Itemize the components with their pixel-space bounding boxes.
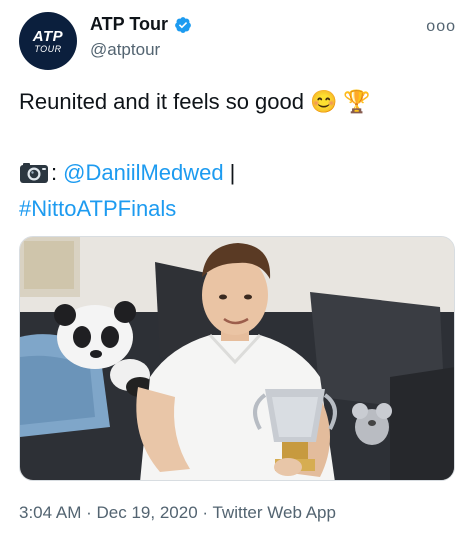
camera-icon [20, 163, 48, 183]
avatar-logo-text: ATP [32, 27, 64, 45]
tweet-meta: 3:04 AM · Dec 19, 2020 · Twitter Web App [19, 503, 336, 523]
tweet-source[interactable]: Twitter Web App [212, 503, 335, 522]
meta-dot: · [86, 503, 92, 522]
verified-badge-icon [175, 16, 191, 33]
hashtag-line: #NittoATPFinals [19, 196, 176, 222]
author-display-name[interactable]: ATP Tour [90, 14, 168, 35]
tweet-time[interactable]: 3:04 AM [19, 503, 81, 522]
mention-link[interactable]: @DaniilMedwed [63, 160, 224, 186]
hashtag-link[interactable]: #NittoATPFinals [19, 196, 176, 221]
author-name-row: ATP Tour [90, 14, 192, 35]
trophy-icon: 🏆 [343, 89, 371, 114]
smiling-face-icon: 😊 [309, 89, 338, 114]
photo-credit-line: : @DaniilMedwed | [19, 160, 235, 186]
avatar-logo-subtext: TOUR [34, 43, 62, 54]
tweet-photo[interactable] [19, 236, 455, 481]
more-options-icon[interactable]: ooo [426, 18, 456, 36]
pipe-separator: | [229, 160, 236, 185]
avatar[interactable]: ATP TOUR [19, 12, 77, 70]
tweet-text-line: Reunited and it feels so good 😊 🏆 [19, 89, 371, 115]
tweet-date[interactable]: Dec 19, 2020 [97, 503, 198, 522]
tweet-card: ATP TOUR ATP Tour @atptour ooo Reunited … [0, 0, 474, 540]
photo-credit-separator: : [51, 160, 58, 185]
author-handle[interactable]: @atptour [90, 40, 160, 60]
tweet-text: Reunited and it feels so good [19, 89, 304, 114]
tweet-photo-image [20, 237, 454, 480]
meta-dot: · [202, 503, 209, 522]
